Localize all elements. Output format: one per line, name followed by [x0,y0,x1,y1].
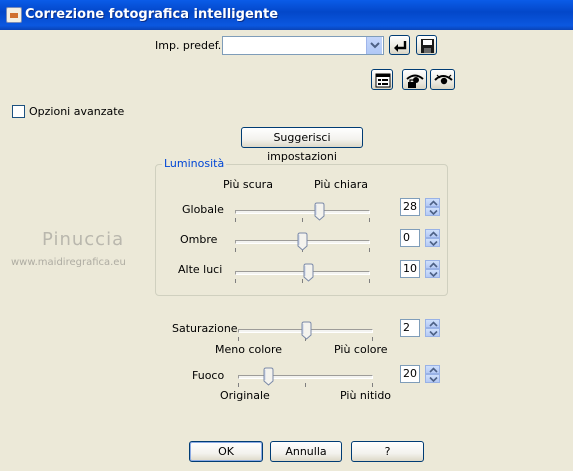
highlights-spinner[interactable] [425,260,440,278]
chevron-down-icon [429,209,438,216]
spin-up-button[interactable] [425,260,440,269]
chevron-up-icon [429,200,438,206]
luminosity-legend: Luminosità [162,157,227,170]
highlights-value-input[interactable]: 10 [400,260,420,278]
watermark-name: Pinuccia [42,229,125,250]
slider-tick [238,337,239,341]
slider-tick [235,279,236,283]
window-title: Correzione fotografica intelligente [25,7,279,22]
list-window-icon [375,73,391,88]
global-slider[interactable] [235,202,370,230]
shadows-value-input[interactable]: 0 [400,229,420,247]
slider-tick [235,218,236,222]
highlights-label: Alte luci [178,263,223,276]
global-value-input[interactable]: 28 [400,198,420,216]
save-disk-icon [421,39,434,53]
preview-lock-button[interactable] [402,69,427,90]
lighter-caption: Più chiara [314,178,368,191]
spin-down-button[interactable] [425,328,440,337]
global-spinner[interactable] [425,198,440,216]
chevron-down-icon [429,330,438,337]
preview-button[interactable] [430,69,455,90]
reset-arrow-icon [394,41,407,52]
spin-down-button[interactable] [425,238,440,247]
focus-value-input[interactable]: 20 [400,365,420,383]
help-button[interactable]: ? [351,441,424,462]
save-preset-button[interactable] [416,35,437,55]
saturation-label: Saturazione [172,322,238,335]
preset-label: Imp. predef.: [155,39,225,52]
slider-tick [305,383,306,387]
slider-thumb[interactable] [263,367,274,386]
slider-thumb[interactable] [314,202,325,221]
shadows-label: Ombre [180,233,218,246]
saturation-slider[interactable] [238,321,373,349]
slider-tick [372,337,373,341]
suggest-settings-button[interactable]: Suggerisci impostazioni [241,127,363,163]
chevron-down-icon [429,271,438,278]
chevron-down-icon [429,240,438,247]
advanced-options-label: Opzioni avanzate [29,105,125,118]
slider-tick [369,218,370,222]
spin-up-button[interactable] [425,229,440,238]
shadows-spinner[interactable] [425,229,440,247]
saturation-spinner[interactable] [425,319,440,337]
focus-slider[interactable] [238,367,373,395]
saturation-value-input[interactable]: 2 [400,319,420,337]
slider-tick [238,383,239,387]
spin-down-button[interactable] [425,374,440,383]
slider-tick [369,248,370,252]
spin-up-button[interactable] [425,319,440,328]
slider-thumb[interactable] [303,263,314,282]
focus-label: Fuoco [192,369,225,382]
highlights-slider[interactable] [235,263,370,291]
slider-tick [235,248,236,252]
chevron-up-icon [429,367,438,373]
app-icon [6,7,22,23]
advanced-options-checkbox[interactable] [12,105,25,118]
darker-caption: Più scura [223,178,273,191]
shadows-slider[interactable] [235,232,370,260]
eye-icon [434,74,453,85]
spin-down-button[interactable] [425,207,440,216]
chevron-up-icon [429,262,438,268]
slider-track[interactable] [235,210,370,214]
slider-track[interactable] [238,375,373,379]
cancel-button[interactable]: Annulla [270,441,342,462]
chevron-down-icon[interactable] [366,37,382,54]
eye-lock-icon [406,74,424,88]
spin-up-button[interactable] [425,198,440,207]
ok-button[interactable]: OK [189,441,263,462]
chevron-up-icon [429,231,438,237]
slider-tick [302,218,303,222]
chevron-down-icon [429,376,438,383]
spin-up-button[interactable] [425,365,440,374]
preset-dropdown[interactable] [222,36,384,55]
title-bar[interactable]: Correzione fotografica intelligente [0,0,573,30]
slider-thumb[interactable] [301,321,312,340]
randomize-button[interactable] [371,69,393,90]
global-label: Globale [182,203,224,216]
reset-button[interactable] [389,35,410,55]
chevron-up-icon [429,321,438,327]
focus-spinner[interactable] [425,365,440,383]
slider-thumb[interactable] [297,232,308,251]
spin-down-button[interactable] [425,269,440,278]
slider-tick [369,279,370,283]
slider-tick [372,383,373,387]
watermark-url: www.maidiregrafica.eu [11,257,126,268]
